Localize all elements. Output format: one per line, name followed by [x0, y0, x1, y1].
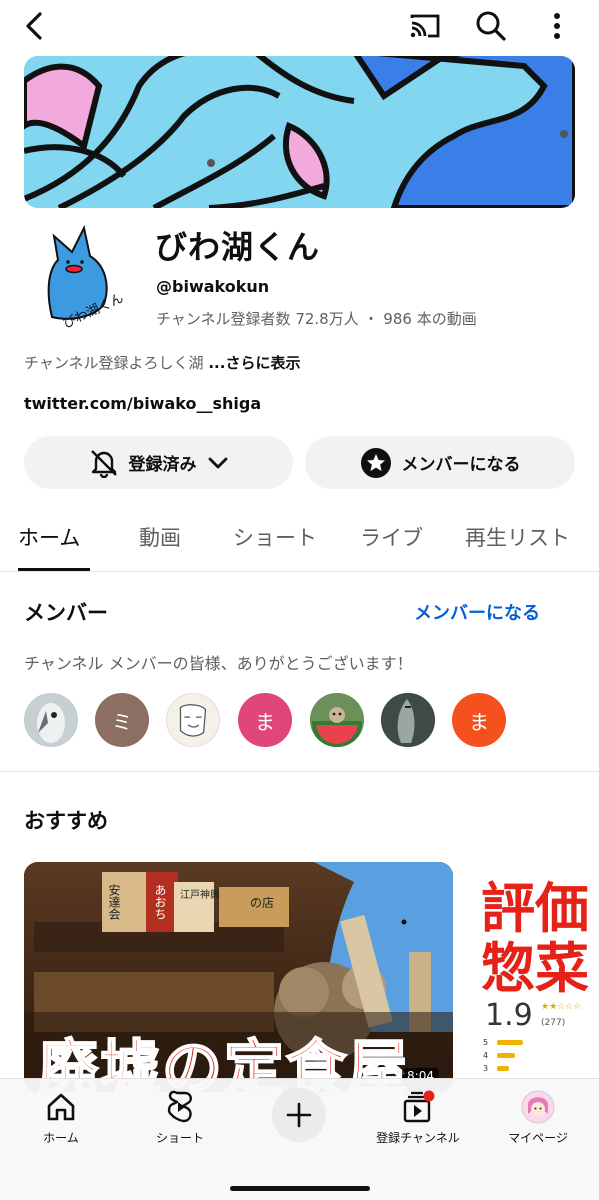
search-button[interactable]: [471, 6, 511, 46]
nav-my-page[interactable]: マイページ: [483, 1087, 593, 1146]
chevron-down-icon: [208, 457, 227, 468]
channel-avatar[interactable]: びわ湖くん: [24, 222, 134, 332]
member-letter: ミ: [112, 709, 132, 734]
cast-button[interactable]: [405, 6, 445, 46]
search-icon: [476, 11, 506, 41]
top-app-bar: [0, 0, 599, 52]
tab-home[interactable]: ホーム: [18, 522, 80, 552]
members-section-title: メンバー: [24, 601, 108, 625]
home-icon: [47, 1093, 75, 1121]
channel-name: びわ湖くん: [155, 228, 321, 266]
nav-subscriptions[interactable]: 登録チャンネル: [363, 1087, 473, 1146]
sign-1: 安達会: [107, 884, 121, 920]
join-label: メンバーになる: [401, 455, 521, 475]
rating-row-label: 4: [483, 1051, 489, 1060]
subscribed-label: 登録済み: [128, 455, 197, 475]
nav-my-page-label: マイページ: [508, 1131, 568, 1145]
rating-stars: ★★☆☆☆: [541, 1002, 582, 1012]
members-thanks-text: チャンネル メンバーの皆様、ありがとうございます！: [24, 654, 413, 673]
watermelon-avatar-icon: [310, 693, 364, 747]
subscriptions-icon: [403, 1090, 435, 1123]
tab-videos[interactable]: 動画: [139, 522, 181, 552]
star-badge-icon: [360, 447, 391, 478]
rating-bar: [496, 1053, 515, 1058]
video-thumbnail-1[interactable]: 安達会 あおち 江戸神輿 の店 廃墟の定食屋 8:04: [24, 862, 453, 1092]
plus-icon: [286, 1102, 312, 1128]
nav-subscriptions-label: 登録チャンネル: [376, 1131, 460, 1145]
members-join-link[interactable]: メンバーになる: [414, 599, 540, 625]
sketch-avatar-icon: [167, 694, 219, 746]
recommended-section-title: おすすめ: [24, 809, 108, 833]
shorts-icon: [167, 1090, 193, 1123]
member-letter: ま: [469, 709, 489, 734]
rating-count: (277): [541, 1018, 566, 1028]
fish-avatar-icon: [381, 693, 435, 747]
banner-illustration: [24, 56, 575, 208]
vertical-dots-icon: [554, 13, 560, 39]
video-count: 986 本の動画: [383, 310, 477, 328]
sign-4: の店: [250, 896, 275, 910]
rating-value: 1.9: [485, 998, 533, 1033]
back-arrow-icon: [26, 12, 42, 40]
create-button[interactable]: [272, 1088, 326, 1142]
member-letter: ま: [255, 709, 275, 734]
member-avatar-ma-pink[interactable]: ま: [238, 693, 292, 747]
sign-3: 江戸神輿: [180, 890, 220, 901]
tab-playlists[interactable]: 再生リスト: [465, 522, 570, 552]
tab-live[interactable]: ライブ: [360, 522, 423, 552]
sign-2: あおち: [153, 884, 167, 920]
tab-shorts[interactable]: ショート: [233, 522, 317, 552]
channel-description[interactable]: チャンネル登録よろしく湖 ...さらに表示: [24, 352, 300, 373]
member-avatar-watermelon[interactable]: [310, 693, 364, 747]
channel-external-link[interactable]: twitter.com/biwako__shiga: [24, 394, 261, 413]
rating-row-4: 4: [483, 1051, 515, 1060]
back-button[interactable]: [14, 6, 54, 46]
rating-row-label: 5: [483, 1038, 489, 1047]
nav-home[interactable]: ホーム: [6, 1087, 116, 1146]
rating-row-3: 3: [483, 1064, 509, 1073]
nav-shorts-label: ショート: [155, 1131, 204, 1145]
member-avatar-sketch[interactable]: [166, 693, 220, 747]
bell-icon: [90, 449, 117, 478]
description-text: チャンネル登録よろしく湖: [24, 354, 204, 372]
nav-home-label: ホーム: [43, 1131, 79, 1145]
bird-avatar-icon: [24, 693, 78, 747]
show-more-link[interactable]: ...さらに表示: [208, 354, 300, 372]
subscribed-button[interactable]: 登録済み: [24, 436, 293, 489]
rating-row-label: 3: [483, 1064, 489, 1073]
section-divider: [0, 771, 599, 772]
join-membership-button[interactable]: メンバーになる: [305, 436, 575, 489]
profile-avatar: [521, 1090, 555, 1124]
active-tab-indicator: [18, 568, 90, 571]
video-thumbnail-2[interactable]: 評価 惣菜 1.9 ★★☆☆☆ (277) 5 4 3: [477, 862, 599, 1092]
subscriber-count: チャンネル登録者数 72.8万人: [156, 310, 359, 328]
home-indicator: [230, 1186, 370, 1191]
channel-handle: @biwakokun: [156, 277, 270, 296]
member-avatar-ma-orange[interactable]: ま: [452, 693, 506, 747]
member-avatar-bird[interactable]: [24, 693, 78, 747]
member-avatar-fish[interactable]: [381, 693, 435, 747]
member-avatar-mi[interactable]: ミ: [95, 693, 149, 747]
channel-banner: [24, 56, 575, 208]
nav-shorts[interactable]: ショート: [125, 1087, 235, 1146]
rating-bar: [496, 1040, 523, 1045]
rating-bar: [496, 1066, 509, 1071]
channel-tabs: ホーム 動画 ショート ライブ 再生リスト: [0, 508, 599, 572]
stats-separator: ・: [363, 310, 379, 328]
rating-row-5: 5: [483, 1038, 523, 1047]
video-title-overlay-2b: 惣菜: [481, 937, 589, 1000]
channel-stats: チャンネル登録者数 72.8万人 ・ 986 本の動画: [156, 308, 477, 329]
cast-icon: [410, 14, 440, 38]
more-options-button[interactable]: [537, 6, 577, 46]
